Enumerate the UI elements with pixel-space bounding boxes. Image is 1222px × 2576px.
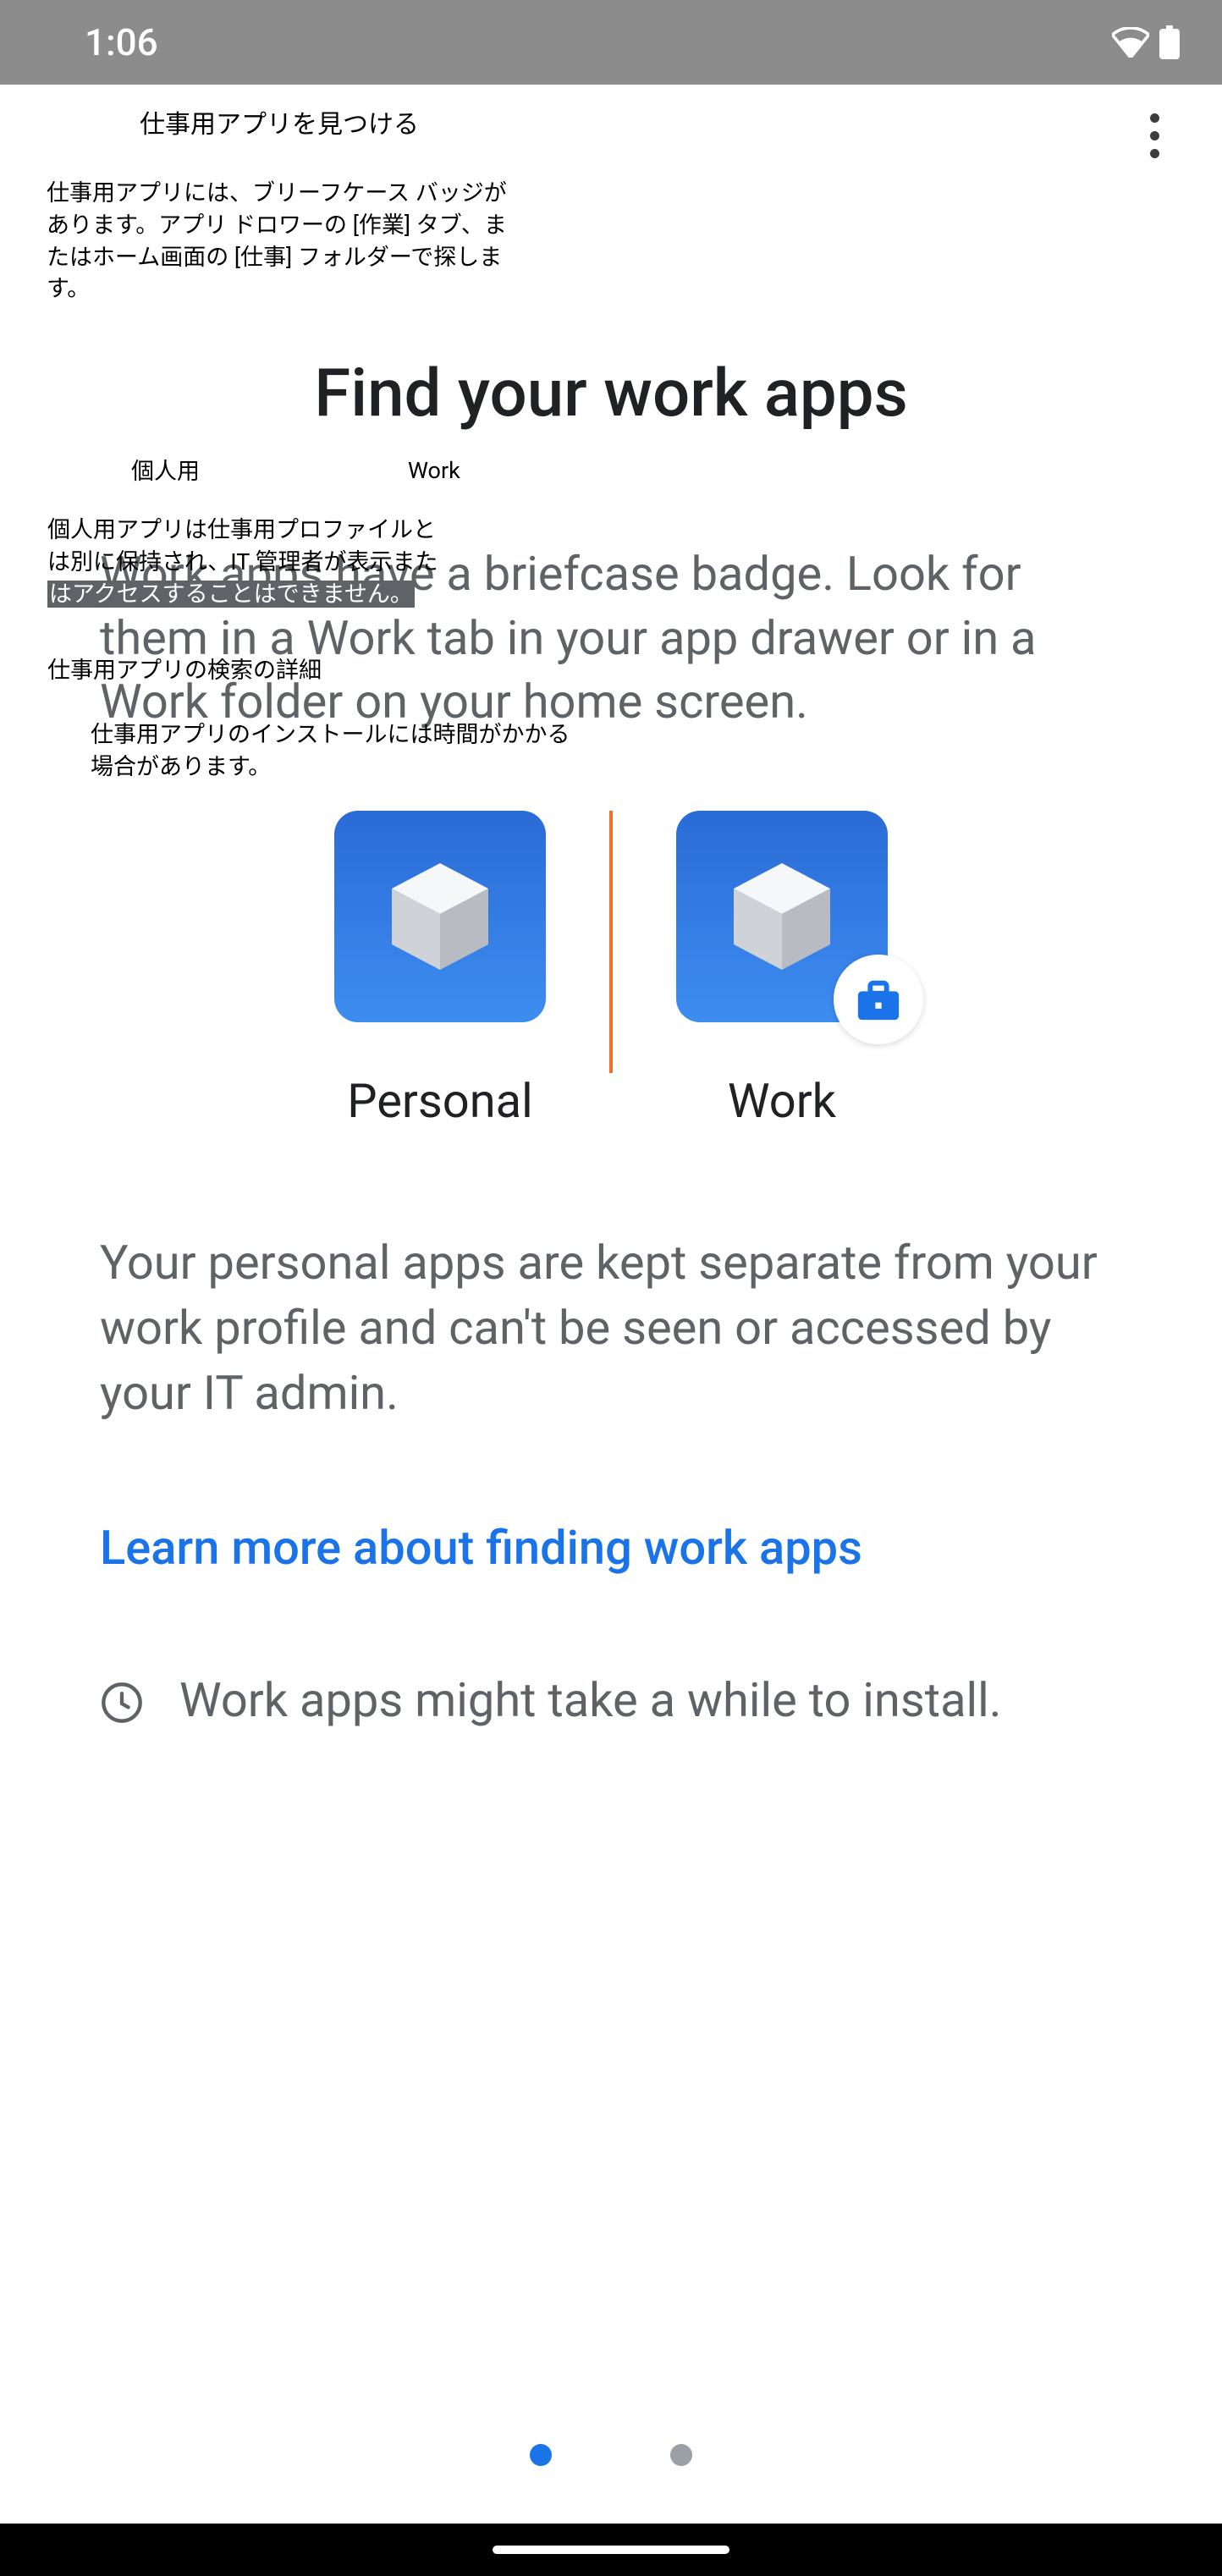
work-app-icon [676, 811, 888, 1022]
clock-icon [100, 1681, 144, 1725]
personal-column: Personal [271, 811, 609, 1129]
jp-subtitle-overlay: 仕事用アプリには、ブリーフケース バッジがあります。アプリ ドロワーの [作業]… [47, 178, 520, 305]
wifi-icon [1112, 27, 1149, 58]
overflow-menu-button[interactable] [1129, 110, 1180, 161]
battery-icon [1159, 25, 1180, 59]
learn-more-link[interactable]: Learn more about finding work apps [51, 1520, 1171, 1576]
install-note-row: Work apps might take a while to install. [51, 1669, 1171, 1733]
cube-icon [377, 853, 504, 980]
page-dot-1[interactable] [530, 2444, 552, 2466]
cube-icon [718, 853, 845, 980]
jp-install-note-overlay: 仕事用アプリのインストールには時間がかかる場合があります。 [91, 719, 581, 784]
briefcase-badge [834, 955, 923, 1044]
personal-app-icon [334, 811, 546, 1022]
briefcase-icon [854, 977, 903, 1022]
page-indicator [0, 2444, 1222, 2466]
jp-personal-label-overlay: 個人用 [131, 453, 200, 486]
work-label: Work [728, 1073, 836, 1129]
navigation-bar [0, 2524, 1222, 2576]
jp-learn-more-overlay: 仕事用アプリの検索の詳細 [47, 652, 322, 685]
page-headline: Find your work apps [51, 355, 1171, 432]
secondary-body: Your personal apps are kept separate fro… [51, 1230, 1171, 1427]
profile-icons-row: Personal [51, 811, 1171, 1129]
install-note-text: Work apps might take a while to install. [179, 1669, 1122, 1733]
status-icons [1112, 25, 1180, 59]
status-bar: 1:06 [0, 0, 1222, 85]
page-dot-2[interactable] [670, 2444, 692, 2466]
personal-label: Personal [347, 1073, 533, 1129]
nav-handle[interactable] [493, 2546, 729, 2554]
status-time: 1:06 [85, 20, 158, 64]
jp-work-label-overlay: Work [408, 457, 460, 484]
jp-title-overlay: 仕事用アプリを見つける [140, 103, 419, 140]
work-column: Work [613, 811, 951, 1129]
jp-personal-desc-overlay: 個人用アプリは仕事用プロファイルと は別に保持され、IT 管理者が表示また はア… [47, 515, 479, 610]
